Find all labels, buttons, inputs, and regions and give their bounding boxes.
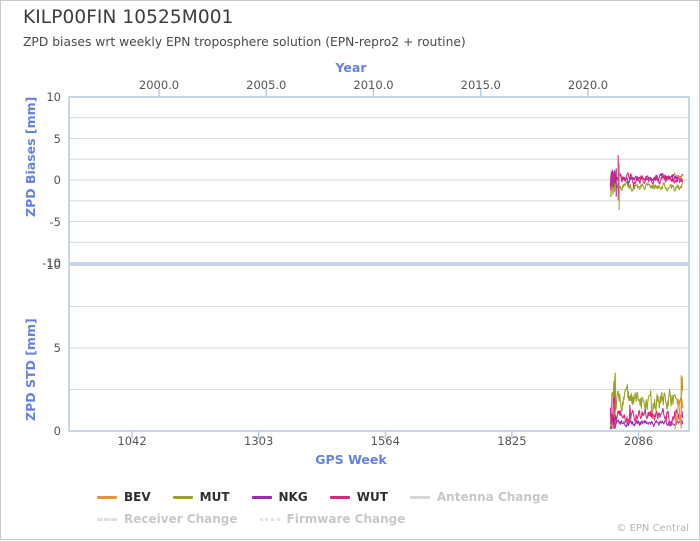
legend-item-label: Antenna Change [436, 490, 549, 504]
series-group-zpd-biases [610, 170, 682, 196]
legend-item-nkg[interactable]: NKG [251, 488, 308, 506]
legend-item-firmware-change[interactable]: Firmware Change [259, 510, 406, 528]
legend-item-label: Firmware Change [286, 512, 406, 526]
footer-credit: © EPN Central [616, 523, 689, 534]
panel-zpd-std [68, 264, 690, 432]
plot-canvas [68, 89, 690, 439]
legend-swatch-icon [259, 517, 280, 521]
legend-swatch-icon [329, 495, 350, 499]
early-burst-streaks [615, 155, 620, 210]
chart-page: KILP00FIN 10525M001 ZPD biases wrt weekl… [0, 0, 700, 540]
legend-item-receiver-change[interactable]: Receiver Change [97, 510, 238, 528]
legend-swatch-icon [97, 517, 117, 521]
legend-swatch-icon [251, 495, 272, 499]
legend-item-label: Receiver Change [124, 512, 238, 526]
legend-item-label: MUT [199, 490, 230, 504]
legend-item-label: NKG [278, 490, 308, 504]
chart-legend: BEV MUT NKG WUT Antenna Change Receiver Chang… [97, 488, 693, 528]
legend-item-bev[interactable]: BEV [97, 488, 151, 506]
legend-item-wut[interactable]: WUT [329, 488, 388, 506]
legend-item-label: BEV [124, 490, 151, 504]
legend-swatch-icon [172, 495, 193, 499]
legend-swatch-icon [409, 495, 430, 499]
legend-item-antenna-change[interactable]: Antenna Change [409, 488, 549, 506]
legend-item-mut[interactable]: MUT [172, 488, 230, 506]
legend-swatch-icon [97, 495, 117, 499]
legend-item-label: WUT [356, 490, 388, 504]
panel-zpd-biases [68, 96, 690, 264]
series-group-zpd-std [610, 373, 682, 429]
axis-tick-marks [131, 89, 640, 439]
